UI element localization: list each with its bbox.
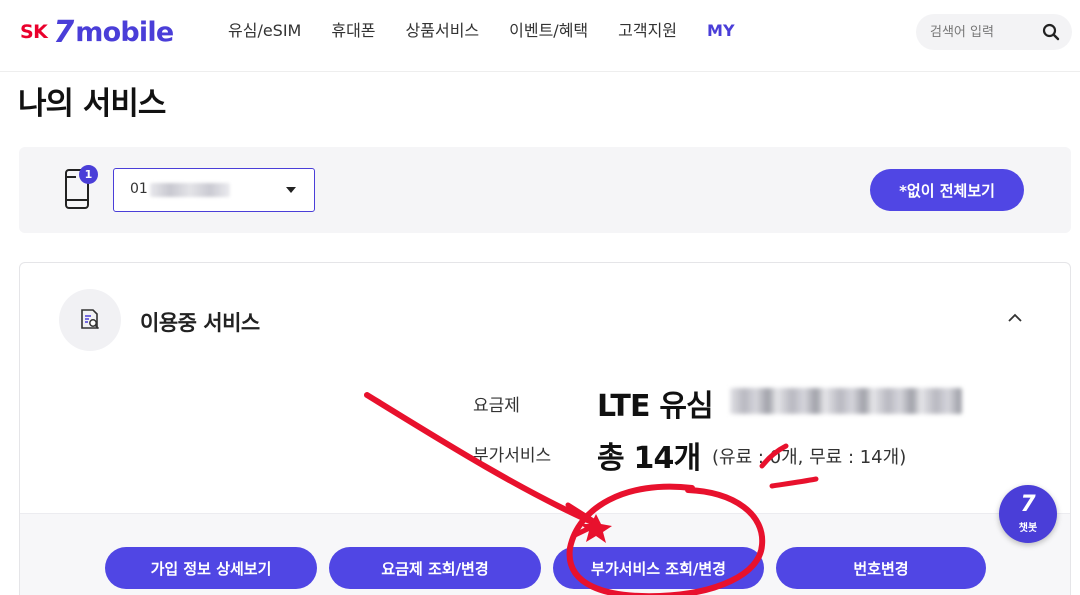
selected-number-prefix: 01 (130, 181, 148, 197)
chatbot-seven-icon: 7 (1020, 492, 1036, 517)
phone-select-bar: 1 01 *없이 전체보기 (19, 147, 1071, 233)
chevron-up-icon (1007, 311, 1023, 326)
nav-item-usim-esim[interactable]: 유심/eSIM (228, 20, 301, 42)
search-input[interactable] (930, 22, 1030, 42)
line-count-badge: 1 (79, 165, 98, 184)
nav-item-my[interactable]: MY (707, 20, 735, 42)
search-icon[interactable] (1042, 23, 1060, 41)
subscription-detail-button[interactable]: 가입 정보 상세보기 (105, 547, 317, 589)
service-icon-circle (59, 289, 121, 351)
nav-item-products[interactable]: 상품서비스 (406, 20, 480, 42)
collapse-button[interactable] (1002, 307, 1028, 329)
addon-change-button[interactable]: 부가서비스 조회/변경 (553, 547, 764, 589)
caret-down-icon (286, 187, 296, 193)
nav-item-support[interactable]: 고객지원 (618, 20, 677, 42)
chatbot-button[interactable]: 7 챗봇 (999, 485, 1057, 543)
plan-value: LTE 유심 (597, 389, 714, 424)
nav-item-phone[interactable]: 휴대폰 (331, 20, 375, 42)
page-title: 나의 서비스 (18, 86, 166, 122)
chatbot-label: 챗봇 (1018, 523, 1038, 534)
addon-total: 총 14개 (597, 441, 701, 476)
main-nav: 유심/eSIM 휴대폰 상품서비스 이벤트/혜택 고객지원 MY (228, 20, 765, 42)
logo-mobile-text: mobile (75, 16, 174, 48)
nav-item-events[interactable]: 이벤트/혜택 (509, 20, 588, 42)
service-card: 이용중 서비스 요금제 LTE 유심 부가서비스 총 14개 (유료 : 0개,… (19, 262, 1071, 595)
logo-sk-text: SK (20, 21, 48, 43)
sk-7mobile-logo[interactable]: SK 7 mobile (20, 14, 174, 50)
search-box (916, 14, 1072, 50)
plan-label: 요금제 (473, 396, 520, 416)
phone-number-select[interactable]: 01 (113, 168, 315, 212)
addon-detail: (유료 : 0개, 무료 : 14개) (712, 447, 907, 468)
masked-plan-name (730, 388, 962, 414)
site-header: SK 7 mobile 유심/eSIM 휴대폰 상품서비스 이벤트/혜택 고객지… (0, 0, 1080, 72)
view-all-button[interactable]: *없이 전체보기 (870, 169, 1024, 211)
number-change-button[interactable]: 번호변경 (776, 547, 986, 589)
logo-seven-mark: 7 (53, 14, 75, 50)
masked-number (150, 183, 230, 197)
addon-label: 부가서비스 (473, 446, 552, 466)
plan-change-button[interactable]: 요금제 조회/변경 (329, 547, 541, 589)
service-title: 이용중 서비스 (140, 311, 260, 335)
